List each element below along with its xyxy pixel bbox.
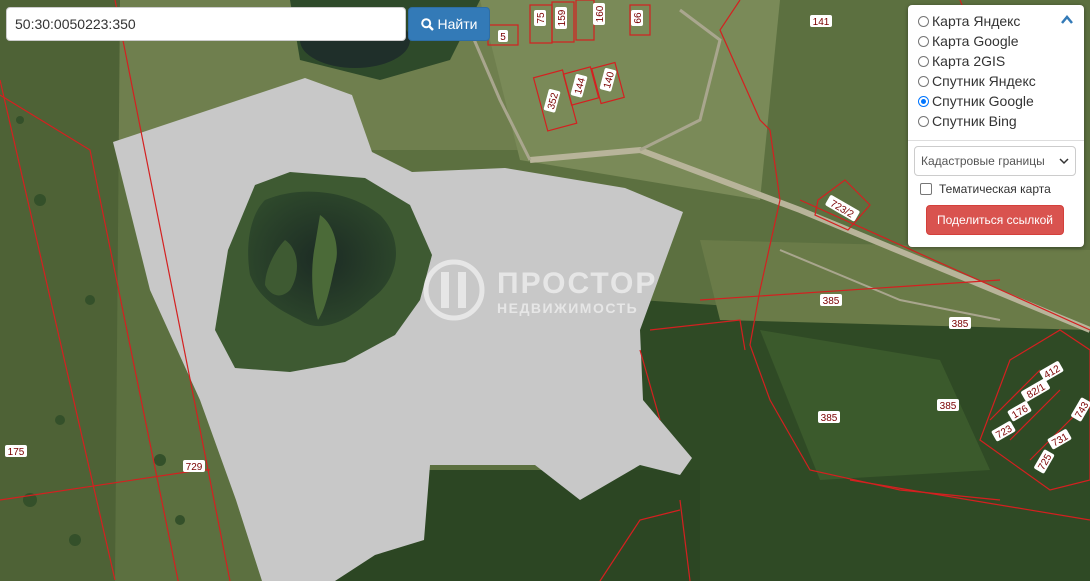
layer-radio[interactable] xyxy=(918,15,929,27)
parcel-label[interactable]: 385 xyxy=(940,401,957,412)
overlay-select[interactable]: Кадастровые границы xyxy=(914,146,1076,176)
search-button[interactable]: Найти xyxy=(408,7,490,41)
layer-radio[interactable] xyxy=(918,95,929,107)
layer-label: Спутник Bing xyxy=(932,113,1017,129)
layer-option[interactable]: Спутник Яндекс xyxy=(918,71,1076,91)
layer-label: Карта 2GIS xyxy=(932,53,1006,69)
overlay-select-value: Кадастровые границы xyxy=(921,154,1045,168)
thematic-map-row[interactable]: Тематическая карта xyxy=(920,182,1076,196)
share-link-button[interactable]: Поделиться ссылкой xyxy=(926,205,1064,235)
parcel-label[interactable]: 160 xyxy=(595,5,606,22)
layer-option[interactable]: Спутник Bing xyxy=(918,111,1076,131)
layer-label: Карта Яндекс xyxy=(932,13,1021,29)
watermark-title: ПРОСТОР xyxy=(497,267,657,300)
search-bar xyxy=(6,7,406,41)
layer-radio[interactable] xyxy=(918,35,929,47)
parcel-label[interactable]: 175 xyxy=(8,447,25,458)
parcel-label[interactable]: 385 xyxy=(821,413,838,424)
search-icon xyxy=(420,17,434,31)
search-button-label: Найти xyxy=(437,16,478,32)
layer-label: Спутник Яндекс xyxy=(932,73,1036,89)
parcel-label[interactable]: 66 xyxy=(633,12,644,24)
parcel-label[interactable]: 141 xyxy=(813,17,830,28)
thematic-map-label: Тематическая карта xyxy=(939,182,1051,196)
parcel-label[interactable]: 385 xyxy=(823,296,840,307)
layer-panel: Карта Яндекс Карта Google Карта 2GIS Спутни… xyxy=(908,5,1084,247)
parcel-label[interactable]: 75 xyxy=(536,12,547,24)
cadastral-search-input[interactable] xyxy=(6,7,406,41)
parcel-label[interactable]: 159 xyxy=(557,9,568,26)
parcel-label[interactable]: 385 xyxy=(952,319,969,330)
parcel-label[interactable]: 729 xyxy=(186,462,203,473)
chevron-down-icon xyxy=(1059,158,1069,165)
layer-radio[interactable] xyxy=(918,75,929,87)
layer-label: Спутник Google xyxy=(932,93,1034,109)
layer-radio[interactable] xyxy=(918,115,929,127)
panel-divider xyxy=(908,140,1084,141)
thematic-map-checkbox[interactable] xyxy=(920,183,932,195)
layer-label: Карта Google xyxy=(932,33,1019,49)
chevron-up-icon[interactable] xyxy=(1060,14,1074,26)
layer-option[interactable]: Карта 2GIS xyxy=(918,51,1076,71)
layer-radio[interactable] xyxy=(918,55,929,67)
layer-option[interactable]: Карта Google xyxy=(918,31,1076,51)
layer-option[interactable]: Карта Яндекс xyxy=(918,11,1076,31)
parcel-label[interactable]: 5 xyxy=(500,32,506,43)
watermark-subtitle: НЕДВИЖИМОСТЬ xyxy=(497,300,638,316)
layer-option[interactable]: Спутник Google xyxy=(918,91,1076,111)
